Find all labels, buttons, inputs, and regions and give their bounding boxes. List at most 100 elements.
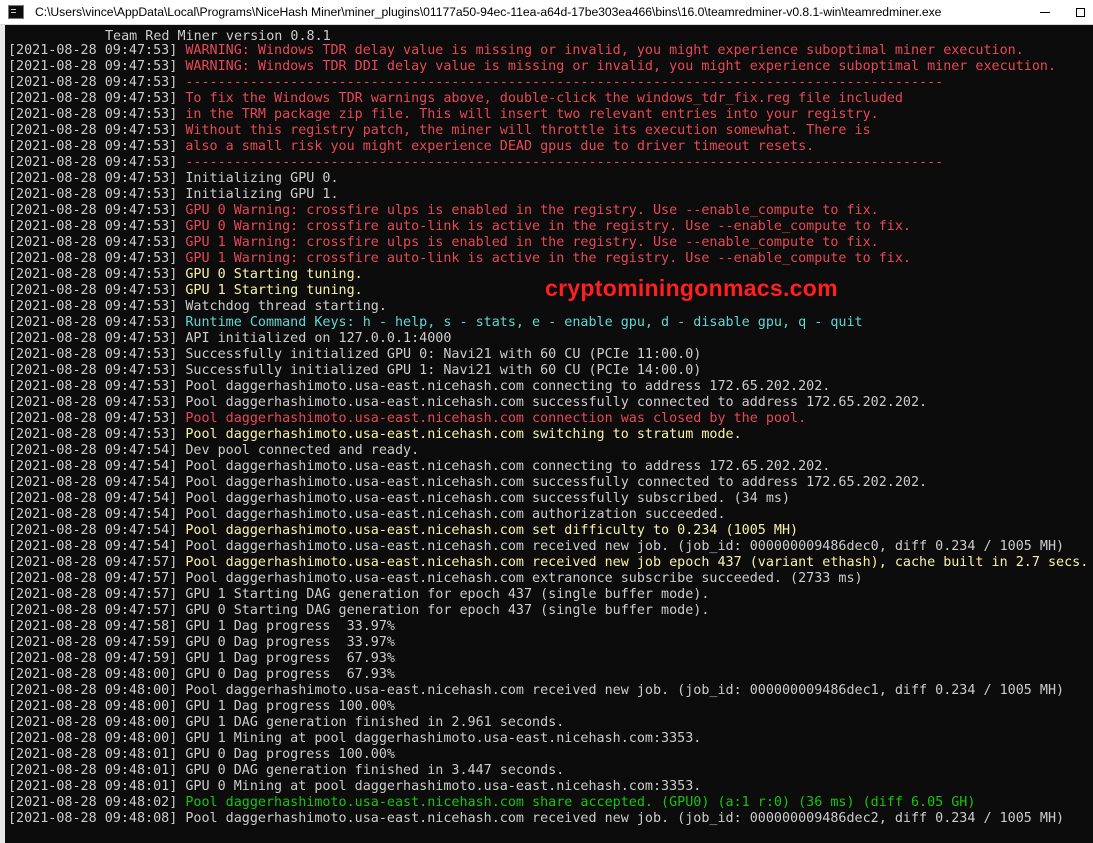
log-timestamp: [2021-08-28 09:47:57]: [8, 587, 178, 602]
log-line: [2021-08-28 09:47:53] GPU 0 Warning: cro…: [8, 203, 1088, 219]
log-line: [2021-08-28 09:48:00] GPU 0 Dag progress…: [8, 667, 1088, 683]
log-message: Pool daggerhashimoto.usa-east.nicehash.c…: [185, 491, 791, 506]
log-timestamp: [2021-08-28 09:47:57]: [8, 555, 178, 570]
log-timestamp: [2021-08-28 09:47:53]: [8, 203, 178, 218]
log-message: Pool daggerhashimoto.usa-east.nicehash.c…: [185, 795, 976, 810]
log-message: also a small risk you might experience D…: [185, 139, 815, 154]
log-line: [2021-08-28 09:47:53] Pool daggerhashimo…: [8, 395, 1088, 411]
log-line: [2021-08-28 09:47:53] ------------------…: [8, 75, 1088, 91]
log-timestamp: [2021-08-28 09:48:00]: [8, 699, 178, 714]
minimize-icon: [1040, 11, 1050, 13]
log-line: [2021-08-28 09:47:57] Pool daggerhashimo…: [8, 571, 1088, 587]
log-message: Pool daggerhashimoto.usa-east.nicehash.c…: [185, 475, 928, 490]
log-line: [2021-08-28 09:47:53] API initialized on…: [8, 331, 1088, 347]
log-timestamp: [2021-08-28 09:47:57]: [8, 603, 178, 618]
log-timestamp: [2021-08-28 09:48:00]: [8, 667, 178, 682]
log-line: [2021-08-28 09:48:00] GPU 1 Mining at po…: [8, 731, 1088, 747]
log-line: [2021-08-28 09:47:57] Pool daggerhashimo…: [8, 555, 1088, 571]
log-line: [2021-08-28 09:47:54] Pool daggerhashimo…: [8, 523, 1088, 539]
log-line: [2021-08-28 09:48:01] GPU 0 DAG generati…: [8, 763, 1088, 779]
log-line: [2021-08-28 09:48:08] Pool daggerhashimo…: [8, 811, 1088, 827]
log-timestamp: [2021-08-28 09:47:53]: [8, 427, 178, 442]
console-app-icon: [8, 5, 24, 19]
log-line: [2021-08-28 09:47:54] Pool daggerhashimo…: [8, 475, 1088, 491]
log-message: Pool daggerhashimoto.usa-east.nicehash.c…: [185, 571, 863, 586]
log-message: GPU 0 DAG generation finished in 3.447 s…: [185, 763, 565, 778]
log-message: Pool daggerhashimoto.usa-east.nicehash.c…: [185, 427, 742, 442]
log-line: [2021-08-28 09:47:54] Pool daggerhashimo…: [8, 459, 1088, 475]
window-titlebar[interactable]: C:\Users\vince\AppData\Local\Programs\Ni…: [0, 0, 1093, 25]
log-timestamp: [2021-08-28 09:47:58]: [8, 619, 178, 634]
log-line: [2021-08-28 09:47:59] GPU 1 Dag progress…: [8, 651, 1088, 667]
log-message: ----------------------------------------…: [185, 75, 944, 90]
log-timestamp: [2021-08-28 09:47:53]: [8, 251, 178, 266]
log-line: [2021-08-28 09:47:53] Pool daggerhashimo…: [8, 411, 1088, 427]
log-message: Successfully initialized GPU 1: Navi21 w…: [185, 363, 702, 378]
log-timestamp: [2021-08-28 09:48:00]: [8, 683, 178, 698]
log-message: Watchdog thread starting.: [185, 299, 387, 314]
log-line: [2021-08-28 09:47:53] GPU 1 Warning: cro…: [8, 235, 1088, 251]
log-message: Pool daggerhashimoto.usa-east.nicehash.c…: [185, 683, 1065, 698]
log-line: [2021-08-28 09:48:01] GPU 0 Mining at po…: [8, 779, 1088, 795]
log-timestamp: [2021-08-28 09:47:54]: [8, 491, 178, 506]
log-line: [2021-08-28 09:47:54] Pool daggerhashimo…: [8, 507, 1088, 523]
log-line: [2021-08-28 09:47:53] Initializing GPU 0…: [8, 171, 1088, 187]
log-line: [2021-08-28 09:47:53] WARNING: Windows T…: [8, 43, 1088, 59]
site-watermark: cryptominingonmacs.com: [545, 275, 838, 301]
log-message: GPU 1 Dag progress 100.00%: [185, 699, 395, 714]
log-line: [2021-08-28 09:48:02] Pool daggerhashimo…: [8, 795, 1088, 811]
log-message: API initialized on 127.0.0.1:4000: [185, 331, 452, 346]
log-timestamp: [2021-08-28 09:47:53]: [8, 91, 178, 106]
log-line: [2021-08-28 09:48:00] Pool daggerhashimo…: [8, 683, 1088, 699]
window-title: C:\Users\vince\AppData\Local\Programs\Ni…: [35, 5, 942, 19]
log-message: To fix the Windows TDR warnings above, d…: [185, 91, 903, 106]
log-timestamp: [2021-08-28 09:47:53]: [8, 75, 178, 90]
log-line: [2021-08-28 09:47:53] Without this regis…: [8, 123, 1088, 139]
log-message: Pool daggerhashimoto.usa-east.nicehash.c…: [185, 523, 799, 538]
log-message: Pool daggerhashimoto.usa-east.nicehash.c…: [185, 459, 831, 474]
log-timestamp: [2021-08-28 09:48:01]: [8, 763, 178, 778]
log-message: GPU 1 Starting tuning.: [185, 283, 363, 298]
log-line: [2021-08-28 09:47:53] Pool daggerhashimo…: [8, 379, 1088, 395]
log-timestamp: [2021-08-28 09:47:53]: [8, 187, 178, 202]
log-message: GPU 1 Dag progress 67.93%: [185, 651, 395, 666]
log-line: [2021-08-28 09:48:00] GPU 1 Dag progress…: [8, 699, 1088, 715]
console-output[interactable]: Team Red Miner version 0.8.1 [2021-08-28…: [0, 25, 1093, 843]
log-timestamp: [2021-08-28 09:48:00]: [8, 715, 178, 730]
log-line: [2021-08-28 09:47:54] Pool daggerhashimo…: [8, 491, 1088, 507]
log-message: GPU 0 Warning: crossfire auto-link is ac…: [185, 219, 911, 234]
log-timestamp: [2021-08-28 09:47:54]: [8, 443, 178, 458]
log-message: ----------------------------------------…: [185, 155, 944, 170]
log-timestamp: [2021-08-28 09:47:53]: [8, 235, 178, 250]
log-line: [2021-08-28 09:47:57] GPU 1 Starting DAG…: [8, 587, 1088, 603]
maximize-button[interactable]: [1065, 0, 1093, 24]
log-timestamp: [2021-08-28 09:47:53]: [8, 395, 178, 410]
log-message: GPU 1 Dag progress 33.97%: [185, 619, 395, 634]
log-message: in the TRM package zip file. This will i…: [185, 107, 879, 122]
log-timestamp: [2021-08-28 09:48:01]: [8, 747, 178, 762]
log-timestamp: [2021-08-28 09:48:02]: [8, 795, 178, 810]
log-line: [2021-08-28 09:47:54] Pool daggerhashimo…: [8, 539, 1088, 555]
log-line: [2021-08-28 09:47:53] Runtime Command Ke…: [8, 315, 1088, 331]
log-line: [2021-08-28 09:47:53] also a small risk …: [8, 139, 1088, 155]
log-timestamp: [2021-08-28 09:47:53]: [8, 315, 178, 330]
log-line: [2021-08-28 09:47:53] To fix the Windows…: [8, 91, 1088, 107]
log-message: GPU 0 Mining at pool daggerhashimoto.usa…: [185, 779, 702, 794]
log-message: GPU 1 Starting DAG generation for epoch …: [185, 587, 710, 602]
log-message: Initializing GPU 1.: [185, 187, 339, 202]
log-line: [2021-08-28 09:47:54] Dev pool connected…: [8, 443, 1088, 459]
log-timestamp: [2021-08-28 09:47:53]: [8, 219, 178, 234]
maximize-icon: [1075, 7, 1085, 17]
log-timestamp: [2021-08-28 09:47:53]: [8, 299, 178, 314]
log-message: Dev pool connected and ready.: [185, 443, 420, 458]
log-message: Successfully initialized GPU 0: Navi21 w…: [185, 347, 702, 362]
minimize-button[interactable]: [1030, 0, 1060, 24]
log-timestamp: [2021-08-28 09:47:53]: [8, 267, 178, 282]
log-timestamp: [2021-08-28 09:47:53]: [8, 411, 178, 426]
log-message: GPU 1 Mining at pool daggerhashimoto.usa…: [185, 731, 702, 746]
log-timestamp: [2021-08-28 09:47:53]: [8, 59, 178, 74]
log-timestamp: [2021-08-28 09:47:53]: [8, 363, 178, 378]
log-message: GPU 0 Dag progress 33.97%: [185, 635, 395, 650]
log-message: WARNING: Windows TDR delay value is miss…: [185, 43, 1024, 58]
log-message: Pool daggerhashimoto.usa-east.nicehash.c…: [185, 395, 928, 410]
